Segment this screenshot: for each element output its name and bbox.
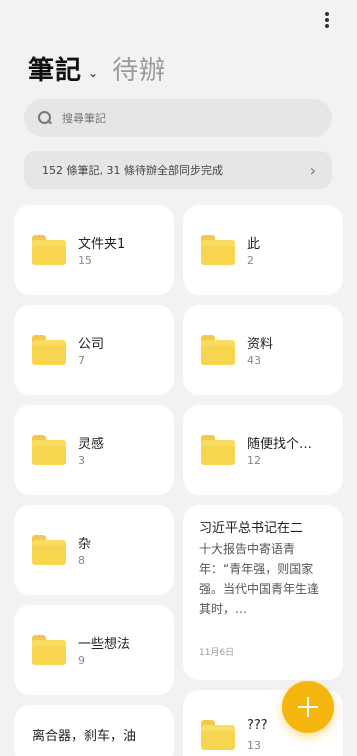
folder-icon (201, 235, 235, 265)
folder-name: 随便找个… (247, 437, 313, 452)
folder-icon (201, 720, 235, 750)
folder-card[interactable]: 灵感 3 (14, 405, 174, 495)
sync-status-bar[interactable]: 152 條筆記, 31 條待辦全部同步完成 › (24, 151, 332, 189)
folder-card[interactable]: 随便找个… 12 (183, 405, 343, 495)
chevron-down-icon[interactable]: ⌄ (88, 66, 98, 80)
folder-count: 13 (247, 739, 261, 752)
folder-icon (32, 635, 66, 665)
more-menu-button[interactable] (323, 10, 331, 30)
note-title: 习近平总书记在二 (199, 521, 304, 536)
folder-count: 43 (247, 354, 261, 367)
folder-count: 7 (78, 354, 85, 367)
folder-count: 12 (247, 454, 261, 467)
title-tabs: 筆記 ⌄ 待辦 (28, 50, 166, 87)
folder-name: ??? (247, 718, 268, 733)
note-title: 离合器，刹车，油 (32, 729, 137, 744)
note-card[interactable]: 习近平总书记在二 十大报告中寄语青年：“青年强，则国家强。当代中国青年生逢其时，… (183, 505, 343, 680)
chevron-right-icon: › (309, 160, 316, 180)
tab-notes[interactable]: 筆記 (28, 50, 82, 87)
folder-name: 杂 (78, 537, 92, 552)
folder-icon (32, 435, 66, 465)
add-note-button[interactable] (282, 681, 334, 733)
folder-card[interactable]: 资料 43 (183, 305, 343, 395)
folder-icon (32, 335, 66, 365)
folder-count: 15 (78, 254, 92, 267)
folder-name: 资料 (247, 337, 274, 352)
tab-todos[interactable]: 待辦 (112, 50, 166, 87)
search-input[interactable] (62, 111, 302, 125)
folder-card[interactable]: 文件夹1 15 (14, 205, 174, 295)
more-vert-icon (323, 10, 331, 30)
folder-icon (201, 335, 235, 365)
folder-card[interactable]: 杂 8 (14, 505, 174, 595)
folder-name: 公司 (78, 337, 105, 352)
folder-icon (201, 435, 235, 465)
folder-count: 3 (78, 454, 85, 467)
folder-count: 2 (247, 254, 254, 267)
folder-name: 一些想法 (78, 637, 131, 652)
note-preview: 十大报告中寄语青年：“青年强，则国家强。当代中国青年生逢其时，… (199, 542, 320, 616)
folder-icon (32, 535, 66, 565)
folder-count: 9 (78, 654, 85, 667)
folder-name: 文件夹1 (78, 237, 126, 252)
sync-status-text: 152 條筆記, 31 條待辦全部同步完成 (42, 164, 223, 177)
search-bar[interactable] (24, 99, 332, 137)
folder-name: 此 (247, 237, 261, 252)
folder-count: 8 (78, 554, 85, 567)
folder-name: 灵感 (78, 437, 105, 452)
folder-card[interactable]: 公司 7 (14, 305, 174, 395)
folder-card[interactable]: 一些想法 9 (14, 605, 174, 695)
note-card[interactable]: 离合器，刹车，油 (14, 705, 174, 756)
folder-icon (32, 235, 66, 265)
note-date: 11月6日 (199, 648, 235, 658)
folder-card[interactable]: 此 2 (183, 205, 343, 295)
search-icon (38, 111, 52, 125)
